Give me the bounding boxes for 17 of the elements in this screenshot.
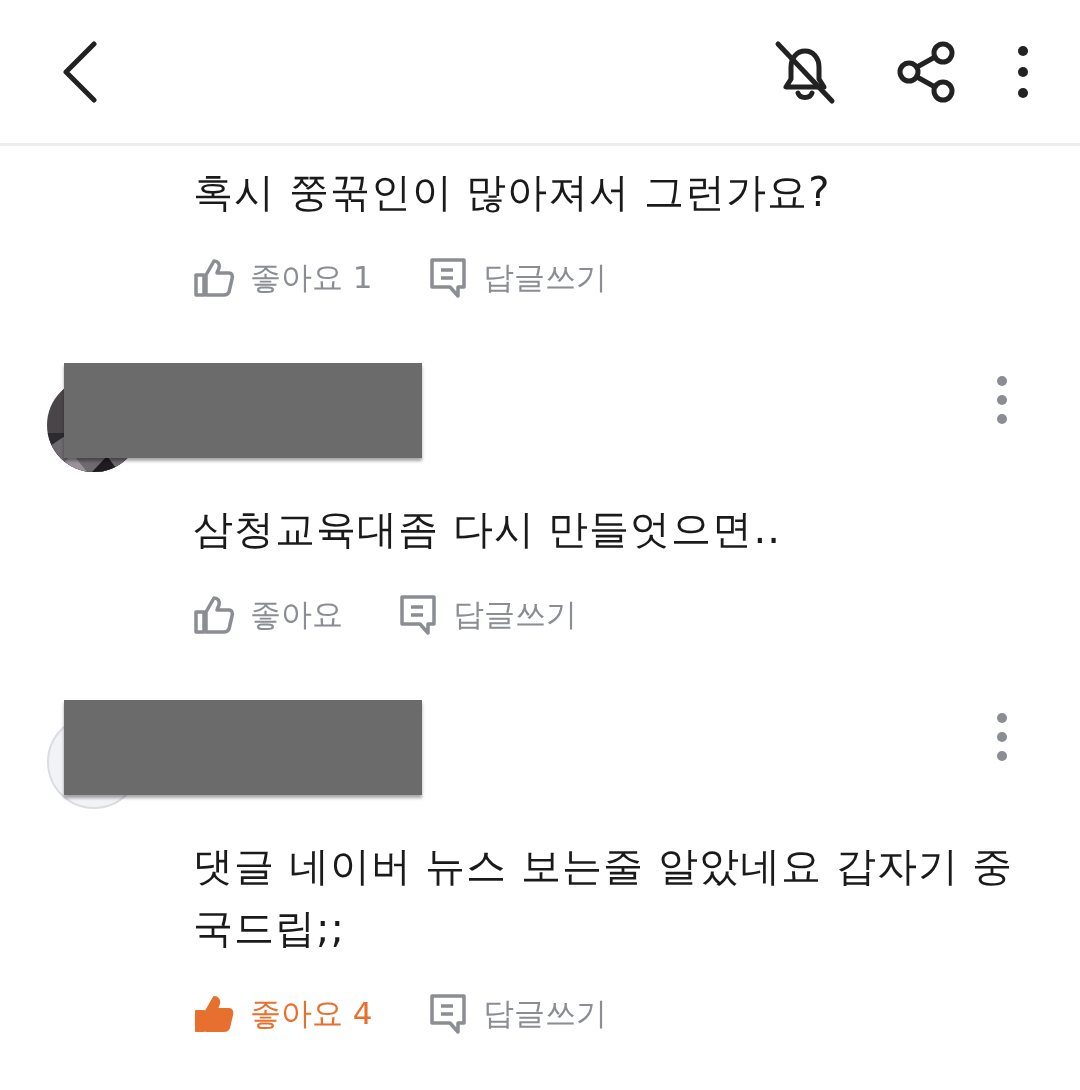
comment-text: 혹시 쭝꾺인이 많아져서 그런가요? xyxy=(193,168,832,217)
comment-icon xyxy=(427,257,468,299)
thumbs-up-icon xyxy=(193,258,235,298)
like-button[interactable]: 좋아요 4 xyxy=(193,993,373,1035)
thumbs-up-icon xyxy=(193,595,235,635)
like-button[interactable]: 좋아요 1 xyxy=(193,257,373,299)
comment-icon xyxy=(398,594,438,636)
reply-button[interactable]: 답글쓰기 xyxy=(427,257,607,299)
thumbs-up-icon xyxy=(193,994,235,1034)
like-button[interactable]: 좋아요 xyxy=(193,594,343,636)
comment-text: 삼청교육대좀 다시 만들엇으면.. xyxy=(193,505,782,554)
back-icon[interactable] xyxy=(60,40,100,103)
comment-icon xyxy=(427,993,468,1035)
comment-text: 댓글 네이버 뉴스 보는줄 알았네요 갑자기 중국드립;; xyxy=(193,842,1015,953)
more-icon[interactable] xyxy=(1016,43,1030,100)
reply-button[interactable]: 답글쓰기 xyxy=(427,993,607,1035)
reply-button[interactable]: 답글쓰기 xyxy=(398,594,577,636)
